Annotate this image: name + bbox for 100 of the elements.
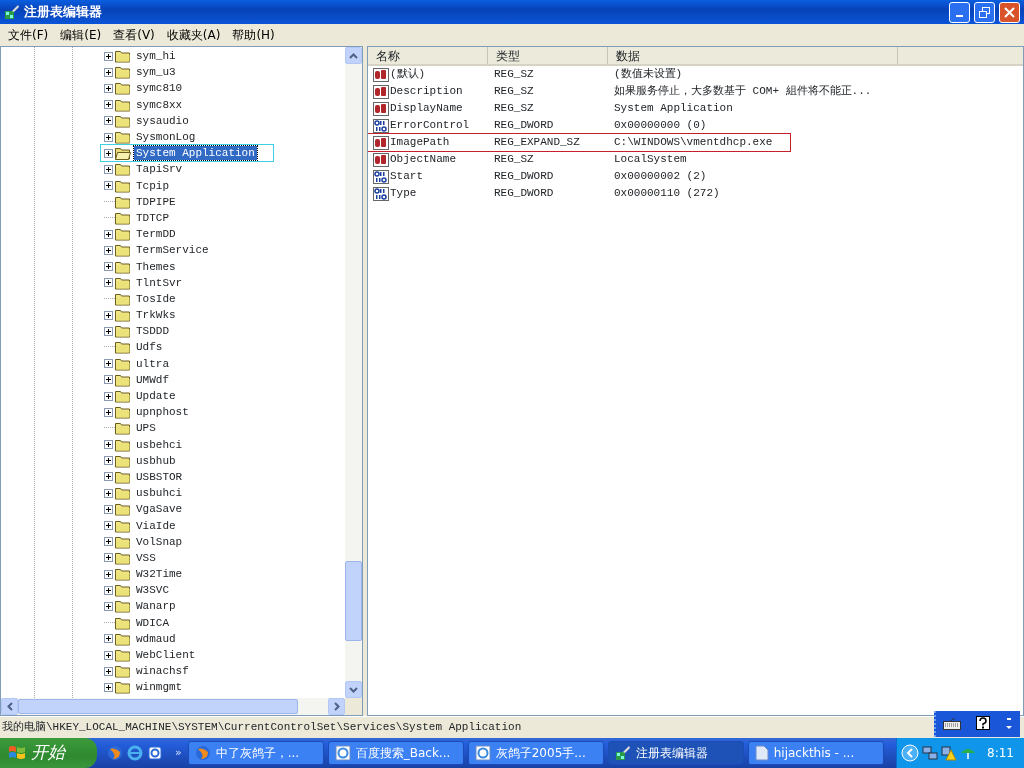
expand-icon[interactable] — [104, 181, 113, 191]
expand-icon[interactable] — [104, 666, 113, 676]
expand-icon[interactable] — [104, 634, 113, 644]
value-name[interactable]: (默认) — [390, 66, 426, 83]
menu-item[interactable]: 收藏夹(A) — [160, 26, 227, 44]
expand-icon[interactable] — [104, 359, 113, 369]
expand-icon[interactable] — [104, 391, 113, 401]
expand-icon[interactable] — [104, 116, 113, 126]
expand-icon[interactable] — [104, 472, 113, 482]
taskbar-button[interactable]: 灰鸽子2005手... — [467, 741, 604, 765]
expand-icon[interactable] — [104, 440, 113, 450]
tree-item[interactable]: Udfs — [134, 340, 165, 355]
minimize-icon[interactable] — [1004, 716, 1013, 732]
scroll-right-button[interactable] — [328, 698, 345, 715]
tree-item[interactable]: W32Time — [134, 567, 185, 582]
tree-item[interactable]: Update — [134, 389, 178, 404]
taskbar-button[interactable]: 百度搜索_Back... — [327, 741, 464, 765]
tree-item[interactable]: winachsf — [134, 664, 191, 679]
tree-item[interactable]: WDICA — [134, 615, 171, 630]
menu-item[interactable]: 编辑(E) — [54, 26, 108, 44]
value-name[interactable]: DisplayName — [390, 100, 463, 117]
tree-item[interactable]: wdmaud — [134, 631, 178, 646]
expand-icon[interactable] — [104, 682, 113, 692]
tree-item[interactable]: UMWdf — [134, 372, 171, 387]
taskbar-button[interactable]: 注册表编辑器 — [607, 741, 744, 765]
warning-icon[interactable] — [941, 745, 958, 761]
tree-item[interactable]: W3SVC — [134, 583, 171, 598]
column-header[interactable]: 类型 — [488, 47, 608, 64]
tree-item[interactable]: Tcpip — [134, 178, 171, 193]
tree-item[interactable]: Themes — [134, 259, 178, 274]
expand-icon[interactable] — [104, 488, 113, 498]
expand-icon[interactable] — [104, 51, 113, 61]
expand-icon[interactable] — [104, 67, 113, 77]
menu-item[interactable]: 文件(F) — [2, 26, 55, 44]
chevron-left-icon[interactable] — [901, 744, 920, 762]
expand-icon[interactable] — [104, 521, 113, 531]
tree-item[interactable]: VSS — [134, 550, 158, 565]
tree-item[interactable]: UPS — [134, 421, 158, 436]
more-button[interactable]: » — [169, 744, 188, 762]
tree-item[interactable]: symc810 — [134, 81, 185, 96]
value-name[interactable]: ImagePath — [390, 134, 450, 151]
tree-item[interactable]: VgaSave — [134, 502, 185, 517]
network-icon[interactable] — [922, 745, 939, 761]
expand-icon[interactable] — [104, 407, 113, 417]
column-header[interactable]: 名称 — [368, 47, 488, 64]
vertical-scrollbar[interactable] — [345, 47, 362, 698]
column-header[interactable]: 数据 — [608, 47, 898, 64]
tree-item[interactable]: WebClient — [134, 648, 198, 663]
tree-item[interactable]: System Application — [134, 146, 257, 161]
tree-item[interactable]: TDTCP — [134, 210, 171, 225]
expand-icon[interactable] — [104, 132, 113, 142]
expand-icon[interactable] — [104, 456, 113, 466]
value-name[interactable]: ObjectName — [390, 151, 456, 168]
expand-icon[interactable] — [104, 100, 113, 110]
expand-icon[interactable] — [104, 262, 113, 272]
tree-item[interactable]: sysaudio — [134, 113, 191, 128]
tree-item[interactable]: usbuhci — [134, 486, 185, 501]
expand-icon[interactable] — [104, 83, 113, 93]
restore-button[interactable] — [974, 1, 995, 23]
tree-item[interactable]: TermService — [134, 243, 211, 258]
close-button[interactable] — [999, 1, 1020, 23]
expand-icon[interactable] — [104, 650, 113, 660]
minimize-button[interactable] — [949, 1, 970, 23]
tree-item[interactable]: Wanarp — [134, 599, 178, 614]
tree-item[interactable]: TermDD — [134, 227, 178, 242]
expand-icon[interactable] — [104, 310, 113, 320]
tree-item[interactable]: ViaIde — [134, 518, 178, 533]
value-name[interactable]: ErrorControl — [390, 117, 470, 134]
expand-icon[interactable] — [104, 601, 113, 611]
start-button[interactable]: 开始 — [0, 738, 97, 768]
tree-item[interactable]: TrkWks — [134, 308, 178, 323]
scroll-left-button[interactable] — [1, 698, 18, 715]
expand-icon[interactable] — [104, 229, 113, 239]
taskbar-button[interactable]: hijackthis - ... — [747, 741, 884, 765]
tree-item[interactable]: sym_u3 — [134, 65, 178, 80]
expand-icon[interactable] — [104, 245, 113, 255]
horizontal-scrollbar[interactable] — [1, 698, 345, 715]
value-name[interactable]: Type — [390, 185, 417, 202]
expand-icon[interactable] — [104, 585, 113, 595]
value-name[interactable]: Start — [390, 168, 423, 185]
tree-item[interactable]: SysmonLog — [134, 130, 198, 145]
expand-icon[interactable] — [104, 375, 113, 385]
expand-icon[interactable] — [104, 278, 113, 288]
tree-item[interactable]: symc8xx — [134, 97, 185, 112]
tree-item[interactable]: winmgmt — [134, 680, 185, 695]
menu-item[interactable]: 帮助(H) — [226, 26, 281, 44]
tree-item[interactable]: sym_hi — [134, 49, 178, 64]
tree-item[interactable]: usbehci — [134, 437, 185, 452]
expand-icon[interactable] — [104, 326, 113, 336]
tree-item[interactable]: TosIde — [134, 291, 178, 306]
expand-icon[interactable] — [104, 504, 113, 514]
tree-item[interactable]: ultra — [134, 356, 171, 371]
menu-item[interactable]: 查看(V) — [107, 26, 161, 44]
tree-item[interactable]: TapiSrv — [134, 162, 185, 177]
tree-item[interactable]: TSDDD — [134, 324, 171, 339]
browser-icon[interactable] — [107, 745, 123, 761]
scroll-thumb[interactable] — [18, 699, 298, 714]
expand-icon[interactable] — [104, 537, 113, 547]
tree-item[interactable]: upnphost — [134, 405, 191, 420]
scroll-up-button[interactable] — [345, 47, 362, 64]
